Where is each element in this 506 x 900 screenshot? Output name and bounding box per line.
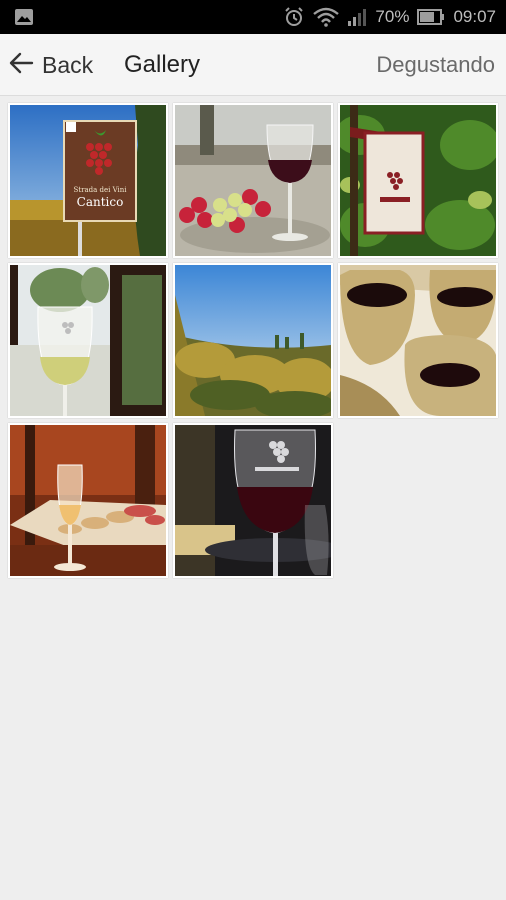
wine-glass-window-photo bbox=[10, 265, 166, 416]
wifi-icon bbox=[313, 7, 340, 27]
status-bar: 70% 09:07 bbox=[0, 0, 506, 34]
sign-text-line1: Strada dei Vini bbox=[73, 186, 127, 194]
gallery-item[interactable] bbox=[338, 263, 498, 418]
battery-icon bbox=[417, 8, 445, 26]
signal-icon bbox=[347, 7, 367, 27]
gallery-item[interactable]: Strada dei Vini Cantico bbox=[8, 103, 168, 258]
sign-text-line2: Cantico bbox=[77, 195, 124, 209]
vineyard-rows-photo bbox=[175, 265, 331, 416]
back-button[interactable]: Back bbox=[8, 34, 93, 96]
red-wine-glass-photo bbox=[175, 425, 331, 576]
back-label: Back bbox=[42, 51, 94, 78]
battery-percent: 70% bbox=[375, 7, 410, 26]
page-title: Gallery bbox=[124, 51, 201, 78]
gallery-item[interactable] bbox=[8, 423, 168, 578]
app-bar: Back Gallery Degustando bbox=[0, 34, 506, 96]
gallery-grid: Strada dei Vini Cantico bbox=[8, 103, 498, 578]
wine-glass-grapes-photo bbox=[175, 105, 331, 256]
vineyard-sign-photo: Strada dei Vini Cantico bbox=[10, 105, 166, 256]
gallery-item[interactable] bbox=[8, 263, 168, 418]
arrow-left-icon bbox=[8, 51, 34, 80]
gallery-item[interactable] bbox=[338, 103, 498, 258]
wine-tasting-plate-photo bbox=[10, 425, 166, 576]
alarm-icon bbox=[283, 6, 305, 28]
image-notification-icon bbox=[14, 8, 34, 26]
gallery-item[interactable] bbox=[173, 423, 333, 578]
clock: 09:07 bbox=[453, 7, 496, 26]
gallery-item[interactable] bbox=[173, 263, 333, 418]
clay-jugs-photo bbox=[340, 265, 496, 416]
gallery-item[interactable] bbox=[173, 103, 333, 258]
degustando-button[interactable]: Degustando bbox=[376, 34, 495, 96]
wine-bag-photo bbox=[340, 105, 496, 256]
